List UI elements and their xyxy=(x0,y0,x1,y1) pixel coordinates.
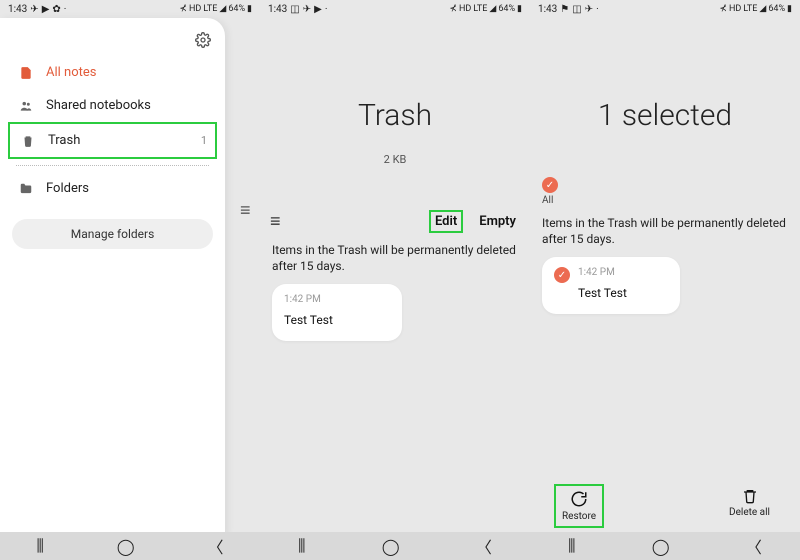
sidebar-item-label: Shared notebooks xyxy=(46,98,151,113)
item-checkbox[interactable]: ✓ xyxy=(554,267,570,283)
trash-count: 1 xyxy=(201,134,207,147)
divider xyxy=(16,165,209,166)
status-bar: 1:43◫✈▶· ⊀HDLTE◢64%▮ xyxy=(260,0,530,18)
status-bar: 1:43✈▶✿· ⊀HDLTE◢64%▮ xyxy=(0,0,260,18)
note-card[interactable]: 1:42 PM Test Test xyxy=(272,284,402,341)
home-icon[interactable]: ◯ xyxy=(117,537,135,556)
sidebar-item-label: Folders xyxy=(46,181,89,196)
note-card[interactable]: ✓ 1:42 PM Test Test xyxy=(542,257,680,314)
trash-warning: Items in the Trash will be permanently d… xyxy=(260,233,530,280)
home-icon[interactable]: ◯ xyxy=(652,537,670,556)
trash-icon xyxy=(18,134,38,148)
trash-icon xyxy=(742,488,758,504)
sidebar-item-label: Trash xyxy=(48,133,80,148)
menu-icon[interactable]: ≡ xyxy=(270,211,281,232)
note-time: 1:42 PM xyxy=(284,294,390,305)
nav-bar: ⫼ ◯ 〈 xyxy=(260,532,530,560)
selection-title: 1 selected xyxy=(530,98,800,133)
empty-button[interactable]: Empty xyxy=(475,212,520,231)
note-time: 1:42 PM xyxy=(578,267,627,278)
restore-icon xyxy=(570,490,588,508)
gear-icon[interactable] xyxy=(195,32,211,48)
note-title: Test Test xyxy=(578,286,627,300)
menu-icon[interactable]: ≡ xyxy=(240,200,251,221)
home-icon[interactable]: ◯ xyxy=(382,537,400,556)
select-all-checkbox[interactable]: ✓ xyxy=(542,177,558,193)
restore-button[interactable]: Restore xyxy=(554,484,604,528)
sidebar-item-shared[interactable]: Shared notebooks xyxy=(8,89,217,122)
recents-icon[interactable]: ⫼ xyxy=(568,536,575,556)
navigation-drawer: All notes Shared notebooks Trash 1 Folde… xyxy=(0,18,225,538)
back-icon[interactable]: 〈 xyxy=(476,534,492,558)
back-icon[interactable]: 〈 xyxy=(208,534,224,558)
back-icon[interactable]: 〈 xyxy=(746,534,762,558)
sidebar-item-label: All notes xyxy=(46,65,96,80)
page-title: Trash xyxy=(260,98,530,133)
delete-all-button[interactable]: Delete all xyxy=(723,484,776,528)
recents-icon[interactable]: ⫼ xyxy=(298,536,305,556)
trash-size: 2 KB xyxy=(260,153,530,166)
recents-icon[interactable]: ⫼ xyxy=(36,536,43,556)
nav-bar: ⫼ ◯ 〈 xyxy=(530,532,800,560)
trash-warning: Items in the Trash will be permanently d… xyxy=(530,206,800,253)
sidebar-item-all-notes[interactable]: All notes xyxy=(8,56,217,89)
manage-folders-button[interactable]: Manage folders xyxy=(12,219,213,249)
sidebar-item-folders[interactable]: Folders xyxy=(8,172,217,205)
edit-button[interactable]: Edit xyxy=(429,210,463,233)
status-bar: 1:43⚑◫✈· ⊀HDLTE◢64%▮ xyxy=(530,0,800,18)
folder-icon xyxy=(16,182,36,196)
note-icon xyxy=(16,66,36,80)
select-all-label: All xyxy=(542,195,553,206)
sidebar-item-trash[interactable]: Trash 1 xyxy=(8,122,217,159)
people-icon xyxy=(16,99,36,113)
note-title: Test Test xyxy=(284,313,390,327)
nav-bar: ⫼ ◯ 〈 xyxy=(0,532,260,560)
